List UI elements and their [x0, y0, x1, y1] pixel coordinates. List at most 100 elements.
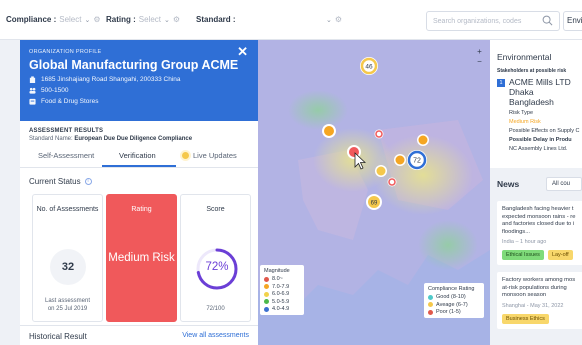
organization-name: Global Manufacturing Group ACME [29, 58, 239, 72]
compliance-legend-title: Compliance Rating [428, 286, 475, 292]
assessment-results: ASSESSMENT RESULTS Standard Name: Europe… [20, 121, 258, 142]
map-cluster[interactable] [375, 165, 387, 177]
map-cluster[interactable] [417, 134, 429, 146]
compliance-filter[interactable]: Compliance : Select ⌄ ⚙ [6, 15, 101, 24]
organization-panel: ORGANIZATION PROFILE Global Manufacturin… [20, 40, 258, 345]
stakeholder-city: Dhaka [509, 87, 534, 97]
news-tag[interactable]: Business Ethics [502, 313, 549, 324]
legend-swatch [264, 299, 269, 304]
legend-item: 7.0-7.9 [264, 284, 300, 290]
legend-item: Poor (1-5) [428, 309, 480, 315]
info-icon[interactable]: i [84, 178, 92, 185]
rating-card-title: Rating [131, 206, 152, 213]
compliance-legend: Compliance Rating Good (8-10) Aveage (6-… [424, 283, 484, 318]
legend-item: Good (8-10) [428, 294, 480, 300]
standard-filter[interactable]: Standard : [196, 15, 236, 24]
gear-icon[interactable]: ⚙ [173, 15, 180, 24]
assessments-card: No. of Assessments 32 Last assessment on… [32, 194, 103, 322]
environmental-section: Environmental Stakeholders at possible r… [490, 40, 582, 152]
risk-type-label: Risk Type [509, 110, 534, 116]
news-title: News [497, 179, 520, 189]
gear-icon[interactable]: ⚙ [335, 15, 342, 24]
zoom-out-button[interactable]: − [474, 57, 485, 67]
organization-address: 1685 Jinshajiang Road Shangahi, 200333 C… [41, 76, 181, 83]
rating-card: Rating Medium Risk [106, 194, 177, 322]
standard-name: European Due Due Diligence Compliance [74, 136, 193, 142]
tab-live-updates[interactable]: Live Updates [182, 151, 237, 160]
legend-swatch [264, 284, 269, 289]
effects-detail: NC Assembly Lines Ltd. [509, 146, 568, 152]
legend-label: 4.0-4.9 [272, 306, 290, 312]
environmental-subtitle: Stakeholders at possible risk [497, 68, 567, 74]
stakeholder-name: ACME Mills LTD [509, 77, 571, 87]
news-headline-line: monsoon season [502, 292, 547, 298]
map-cluster[interactable]: 69 [366, 194, 382, 210]
legend-label: Aveage (6-7) [436, 301, 468, 308]
last-assessment: Last assessment on 25 Jul 2019 [33, 298, 102, 313]
heat-region [418, 220, 478, 270]
historical-result: Historical Result View all assessments [20, 325, 258, 345]
news-header: News All cou [490, 168, 582, 191]
score-detail: 72/100 [206, 305, 225, 312]
map-cluster[interactable] [374, 129, 384, 139]
news-headline-line: expected monsoon rains - re [502, 213, 576, 220]
news-headline-line: and factories closed due to i [502, 221, 575, 227]
map-cluster[interactable]: 46 [360, 57, 378, 75]
search-icon[interactable] [542, 15, 553, 26]
zoom-in-button[interactable]: + [474, 47, 485, 57]
building-icon [29, 76, 36, 83]
environmental-title: Environmental [497, 52, 552, 62]
chevron-down-icon: ⌄ [164, 16, 170, 24]
rating-filter[interactable]: Rating : Select ⌄ ⚙ [106, 15, 180, 24]
legend-label: Poor (1-5) [436, 309, 461, 315]
legend-label: 6.0-6.9 [272, 291, 290, 297]
legend-label: 7.0-7.9 [272, 283, 290, 290]
live-indicator-icon [182, 152, 189, 159]
stakeholder-details: ACME Mills LTD Dhaka Bangladesh Risk Typ… [509, 77, 580, 153]
legend-swatch [264, 291, 269, 297]
assessment-title: ASSESSMENT RESULTS [29, 128, 104, 134]
map-cluster[interactable] [322, 124, 336, 138]
news-headline-line: Factory workers among mos [502, 277, 576, 283]
news-tag[interactable]: Lay-off [547, 250, 573, 260]
tab-self-assessment[interactable]: Self-Assessment [38, 151, 94, 160]
map-cluster[interactable] [387, 177, 397, 187]
rating-value: Medium Risk [108, 252, 175, 264]
map-cluster[interactable] [394, 154, 406, 166]
news-headline-line: floodings... [502, 228, 531, 235]
environmental-panel: Environmental Stakeholders at possible r… [490, 40, 582, 345]
compliance-filter-value: Select [59, 15, 82, 24]
stakeholder-item[interactable]: 1 ACME Mills LTD Dhaka Bangladesh Risk T… [497, 78, 582, 152]
search-input[interactable]: Search organizations, codes [426, 11, 560, 31]
environment-dropdown[interactable]: Enviro [563, 11, 582, 31]
zoom-controls: + − [474, 47, 485, 67]
status-cards: No. of Assessments 32 Last assessment on… [29, 194, 251, 322]
legend-item: 5.0-5.9 [264, 299, 300, 305]
store-icon [29, 98, 36, 105]
address-row: 1685 Jinshajiang Road Shangahi, 200333 C… [29, 76, 250, 83]
news-country-filter[interactable]: All cou [546, 177, 582, 191]
current-status-label: Current Status [29, 177, 81, 186]
close-icon[interactable]: ✕ [237, 44, 248, 60]
effects-value: Possible Delay in Produ [509, 137, 580, 143]
employees-row: 500-1500 [29, 87, 250, 94]
map-cluster[interactable]: 72 [407, 150, 427, 170]
news-card[interactable]: Bangladesh facing heavier t expected mon… [497, 201, 582, 265]
legend-swatch [264, 306, 269, 312]
world-map[interactable]: 46 72 69 + − Magnitude 8.0~ 7.0-7.9 6.0-… [258, 40, 490, 345]
news-tags: Ethical Issues Lay-off [502, 250, 582, 260]
people-icon [29, 87, 36, 94]
assessment-standard: Standard Name: European Due Due Diligenc… [29, 136, 249, 142]
view-all-assessments-link[interactable]: View all assessments [182, 332, 249, 345]
heat-region [288, 90, 348, 130]
news-headline-line: Bangladesh facing heavier t [502, 206, 574, 212]
stakeholder-country: Bangladesh [509, 97, 554, 107]
news-card[interactable]: Factory workers among mos at-risk popula… [497, 272, 582, 329]
organization-category: Food & Drug Stores [41, 98, 99, 105]
magnitude-legend-title: Magnitude [264, 268, 290, 274]
legend-swatch [428, 294, 433, 300]
tab-verification[interactable]: Verification [119, 151, 156, 160]
news-tag[interactable]: Ethical Issues [502, 250, 544, 260]
standard-filter-controls[interactable]: ⌄ ⚙ [326, 15, 342, 24]
gear-icon[interactable]: ⚙ [93, 15, 100, 24]
